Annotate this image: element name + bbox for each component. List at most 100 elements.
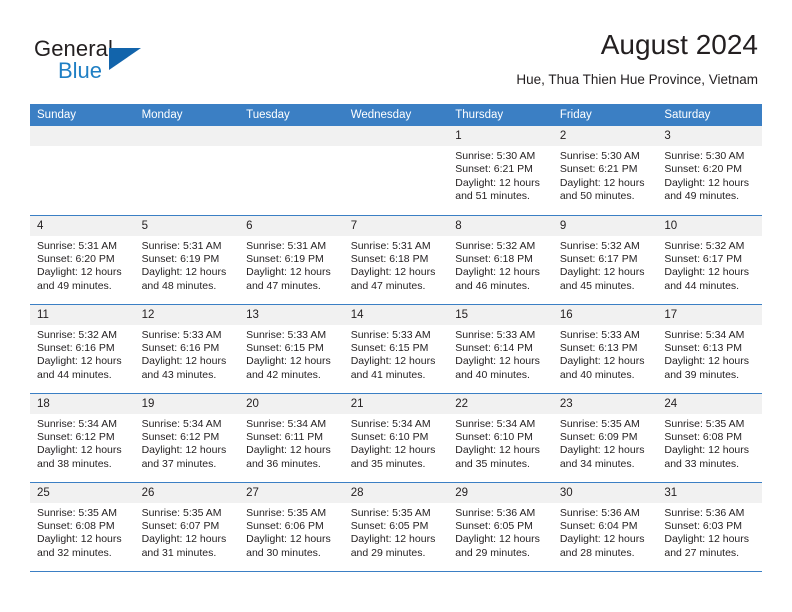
day-number: 29 <box>448 482 553 503</box>
calendar-day-cell[interactable]: 25 Sunrise: 5:35 AM Sunset: 6:08 PM Dayligh… <box>30 482 135 572</box>
day-number <box>134 126 240 146</box>
page-title: August 2024 <box>600 29 758 60</box>
daylight-text-line1: Daylight: 12 hours <box>37 444 122 457</box>
sunset-text: Sunset: 6:17 PM <box>664 252 743 265</box>
sunrise-text: Sunrise: 5:30 AM <box>455 150 536 162</box>
daylight-text-line1: Daylight: 12 hours <box>246 533 331 546</box>
calendar-day-cell[interactable]: 10 Sunrise: 5:32 AM Sunset: 6:17 PM Dayligh… <box>657 215 762 305</box>
day-details: Sunrise: 5:33 AM Sunset: 6:15 PM Daylight:… <box>344 325 449 383</box>
day-number: 6 <box>239 215 344 236</box>
sunset-text: Sunset: 6:05 PM <box>350 519 429 532</box>
calendar-day-cell[interactable]: 4 Sunrise: 5:31 AM Sunset: 6:20 PM Daylight… <box>30 215 135 305</box>
daylight-text-line2: and 37 minutes. <box>141 457 217 470</box>
calendar-day-cell[interactable]: 13 Sunrise: 5:33 AM Sunset: 6:15 PM Dayligh… <box>239 304 344 394</box>
sunset-text: Sunset: 6:16 PM <box>37 341 115 354</box>
sunrise-text: Sunrise: 5:33 AM <box>559 328 640 341</box>
calendar-cell-inner: 20 Sunrise: 5:34 AM Sunset: 6:11 PM Dayligh… <box>239 393 344 482</box>
calendar-cell-inner: 4 Sunrise: 5:31 AM Sunset: 6:20 PM Daylight… <box>30 215 135 304</box>
calendar-day-cell[interactable]: 16 Sunrise: 5:33 AM Sunset: 6:13 PM Dayligh… <box>552 304 658 394</box>
calendar-cell-empty <box>134 126 240 216</box>
day-number: 21 <box>343 393 449 414</box>
daylight-text-line2: and 27 minutes. <box>664 546 740 559</box>
sunset-text: Sunset: 6:12 PM <box>141 430 220 443</box>
calendar-day-cell[interactable]: 31 Sunrise: 5:36 AM Sunset: 6:03 PM Dayligh… <box>657 482 762 572</box>
calendar-day-cell[interactable]: 2 Sunrise: 5:30 AM Sunset: 6:21 PM Daylight… <box>552 126 658 216</box>
calendar-day-cell[interactable]: 15 Sunrise: 5:33 AM Sunset: 6:14 PM Dayligh… <box>448 304 553 394</box>
sunset-text: Sunset: 6:10 PM <box>350 430 429 443</box>
daylight-text-line2: and 33 minutes. <box>664 457 740 470</box>
calendar-day-cell[interactable]: 26 Sunrise: 5:35 AM Sunset: 6:07 PM Dayligh… <box>134 482 240 572</box>
calendar-day-cell[interactable]: 23 Sunrise: 5:35 AM Sunset: 6:09 PM Dayligh… <box>552 393 658 483</box>
day-details: Sunrise: 5:36 AM Sunset: 6:05 PM Daylight:… <box>448 503 553 561</box>
sunset-text: Sunset: 6:13 PM <box>664 341 743 354</box>
title-block: August 2024 Hue, Thua Thien Hue Province… <box>516 28 758 88</box>
day-details: Sunrise: 5:35 AM Sunset: 6:08 PM Daylight:… <box>30 503 135 561</box>
daylight-text-line2: and 45 minutes. <box>559 279 635 292</box>
sunrise-text: Sunrise: 5:34 AM <box>455 417 536 430</box>
calendar-day-cell[interactable]: 19 Sunrise: 5:34 AM Sunset: 6:12 PM Dayligh… <box>134 393 240 483</box>
daylight-text-line2: and 46 minutes. <box>455 279 530 292</box>
day-number: 11 <box>30 304 135 325</box>
calendar-day-cell[interactable]: 18 Sunrise: 5:34 AM Sunset: 6:12 PM Dayligh… <box>30 393 135 483</box>
daylight-text-line1: Daylight: 12 hours <box>455 444 540 457</box>
day-number: 5 <box>134 215 240 236</box>
daylight-text-line2: and 36 minutes. <box>246 457 321 470</box>
calendar-cell-empty <box>343 126 449 216</box>
calendar-week-row: 1 Sunrise: 5:30 AM Sunset: 6:21 PM Daylight… <box>30 126 762 216</box>
calendar-day-cell[interactable]: 20 Sunrise: 5:34 AM Sunset: 6:11 PM Dayligh… <box>239 393 344 483</box>
sunrise-text: Sunrise: 5:32 AM <box>559 239 640 252</box>
calendar-day-cell[interactable]: 14 Sunrise: 5:33 AM Sunset: 6:15 PM Dayligh… <box>343 304 449 394</box>
day-details: Sunrise: 5:31 AM Sunset: 6:19 PM Daylight:… <box>135 236 240 294</box>
calendar-cell-inner: 18 Sunrise: 5:34 AM Sunset: 6:12 PM Dayligh… <box>30 393 135 482</box>
weekday-header-wednesday: Wednesday <box>343 104 449 126</box>
calendar-day-cell[interactable]: 5 Sunrise: 5:31 AM Sunset: 6:19 PM Daylight… <box>134 215 240 305</box>
weekday-header-sunday: Sunday <box>30 104 135 126</box>
calendar-day-cell[interactable]: 11 Sunrise: 5:32 AM Sunset: 6:16 PM Dayligh… <box>30 304 135 394</box>
calendar-day-cell[interactable]: 22 Sunrise: 5:34 AM Sunset: 6:10 PM Dayligh… <box>448 393 553 483</box>
sunset-text: Sunset: 6:18 PM <box>455 252 533 265</box>
calendar-cell-empty <box>239 126 344 216</box>
calendar-day-cell[interactable]: 24 Sunrise: 5:35 AM Sunset: 6:08 PM Dayligh… <box>657 393 762 483</box>
sunrise-text: Sunrise: 5:33 AM <box>246 328 327 341</box>
calendar-day-cell[interactable]: 8 Sunrise: 5:32 AM Sunset: 6:18 PM Daylight… <box>448 215 553 305</box>
brand-logo[interactable]: General Blue <box>34 36 194 92</box>
daylight-text-line1: Daylight: 12 hours <box>141 444 227 457</box>
calendar-day-cell[interactable]: 3 Sunrise: 5:30 AM Sunset: 6:20 PM Daylight… <box>657 126 762 216</box>
daylight-text-line1: Daylight: 12 hours <box>455 176 540 189</box>
calendar-cell-inner <box>134 126 240 215</box>
calendar-day-cell[interactable]: 17 Sunrise: 5:34 AM Sunset: 6:13 PM Dayligh… <box>657 304 762 394</box>
calendar-day-cell[interactable]: 12 Sunrise: 5:33 AM Sunset: 6:16 PM Dayligh… <box>134 304 240 394</box>
calendar-cell-inner: 2 Sunrise: 5:30 AM Sunset: 6:21 PM Daylight… <box>552 126 658 215</box>
daylight-text-line2: and 29 minutes. <box>455 546 530 559</box>
daylight-text-line1: Daylight: 12 hours <box>350 266 436 279</box>
calendar-cell-inner: 15 Sunrise: 5:33 AM Sunset: 6:14 PM Dayligh… <box>448 304 553 393</box>
calendar-day-cell[interactable]: 1 Sunrise: 5:30 AM Sunset: 6:21 PM Daylight… <box>448 126 553 216</box>
daylight-text-line1: Daylight: 12 hours <box>350 355 436 368</box>
sunset-text: Sunset: 6:14 PM <box>455 341 533 354</box>
sunset-text: Sunset: 6:07 PM <box>141 519 220 532</box>
daylight-text-line1: Daylight: 12 hours <box>455 533 540 546</box>
sunrise-text: Sunrise: 5:34 AM <box>37 417 117 430</box>
day-number: 3 <box>657 126 762 146</box>
calendar-day-cell[interactable]: 9 Sunrise: 5:32 AM Sunset: 6:17 PM Daylight… <box>552 215 658 305</box>
day-details: Sunrise: 5:34 AM Sunset: 6:12 PM Daylight:… <box>30 414 135 472</box>
day-details: Sunrise: 5:35 AM Sunset: 6:05 PM Daylight:… <box>344 503 449 561</box>
calendar-day-cell[interactable]: 30 Sunrise: 5:36 AM Sunset: 6:04 PM Dayligh… <box>552 482 658 572</box>
calendar-day-cell[interactable]: 27 Sunrise: 5:35 AM Sunset: 6:06 PM Dayligh… <box>239 482 344 572</box>
calendar-day-cell[interactable]: 7 Sunrise: 5:31 AM Sunset: 6:18 PM Daylight… <box>343 215 449 305</box>
sunrise-text: Sunrise: 5:31 AM <box>141 239 222 252</box>
calendar-table: Sunday Monday Tuesday Wednesday Thursday… <box>30 104 762 572</box>
calendar-cell-inner: 19 Sunrise: 5:34 AM Sunset: 6:12 PM Dayligh… <box>134 393 240 482</box>
sunrise-text: Sunrise: 5:34 AM <box>664 328 745 341</box>
calendar-cell-inner <box>30 126 135 215</box>
calendar-day-cell[interactable]: 28 Sunrise: 5:35 AM Sunset: 6:05 PM Dayligh… <box>343 482 449 572</box>
calendar-day-cell[interactable]: 29 Sunrise: 5:36 AM Sunset: 6:05 PM Dayligh… <box>448 482 553 572</box>
day-details: Sunrise: 5:34 AM Sunset: 6:13 PM Daylight:… <box>657 325 762 383</box>
calendar-day-cell[interactable]: 21 Sunrise: 5:34 AM Sunset: 6:10 PM Dayligh… <box>343 393 449 483</box>
day-details: Sunrise: 5:36 AM Sunset: 6:03 PM Daylight:… <box>657 503 762 561</box>
calendar-day-cell[interactable]: 6 Sunrise: 5:31 AM Sunset: 6:19 PM Daylight… <box>239 215 344 305</box>
sunset-text: Sunset: 6:13 PM <box>559 341 638 354</box>
daylight-text-line1: Daylight: 12 hours <box>37 355 122 368</box>
sunset-text: Sunset: 6:20 PM <box>664 163 743 176</box>
day-number: 15 <box>448 304 553 325</box>
